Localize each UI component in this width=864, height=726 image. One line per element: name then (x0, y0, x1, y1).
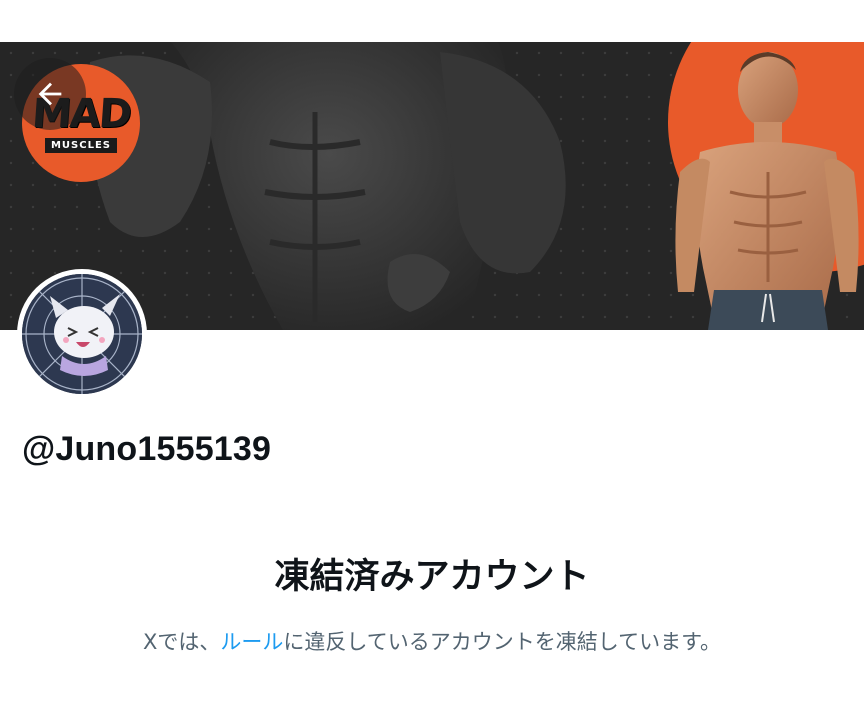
profile-handle: @Juno1555139 (22, 430, 272, 468)
banner-model-figure (675, 52, 859, 330)
suspended-account-message: Xでは、ルールに違反しているアカウントを凍結しています。 (0, 626, 864, 656)
avatar[interactable] (17, 269, 147, 399)
avatar-anime-character-icon (21, 273, 143, 395)
logo-muscles-text: MUSCLES (44, 137, 118, 153)
profile-banner[interactable]: MAD MUSCLES (0, 42, 864, 330)
rules-link[interactable]: ルール (220, 630, 283, 654)
notice-text-prefix: Xでは、 (142, 630, 221, 654)
notice-text-suffix: に違反しているアカウントを凍結しています。 (283, 630, 722, 654)
suspended-account-title: 凍結済みアカウント (274, 557, 590, 597)
banner-background-torso (87, 42, 566, 330)
arrow-left-icon (38, 82, 62, 106)
back-button[interactable] (14, 58, 86, 130)
